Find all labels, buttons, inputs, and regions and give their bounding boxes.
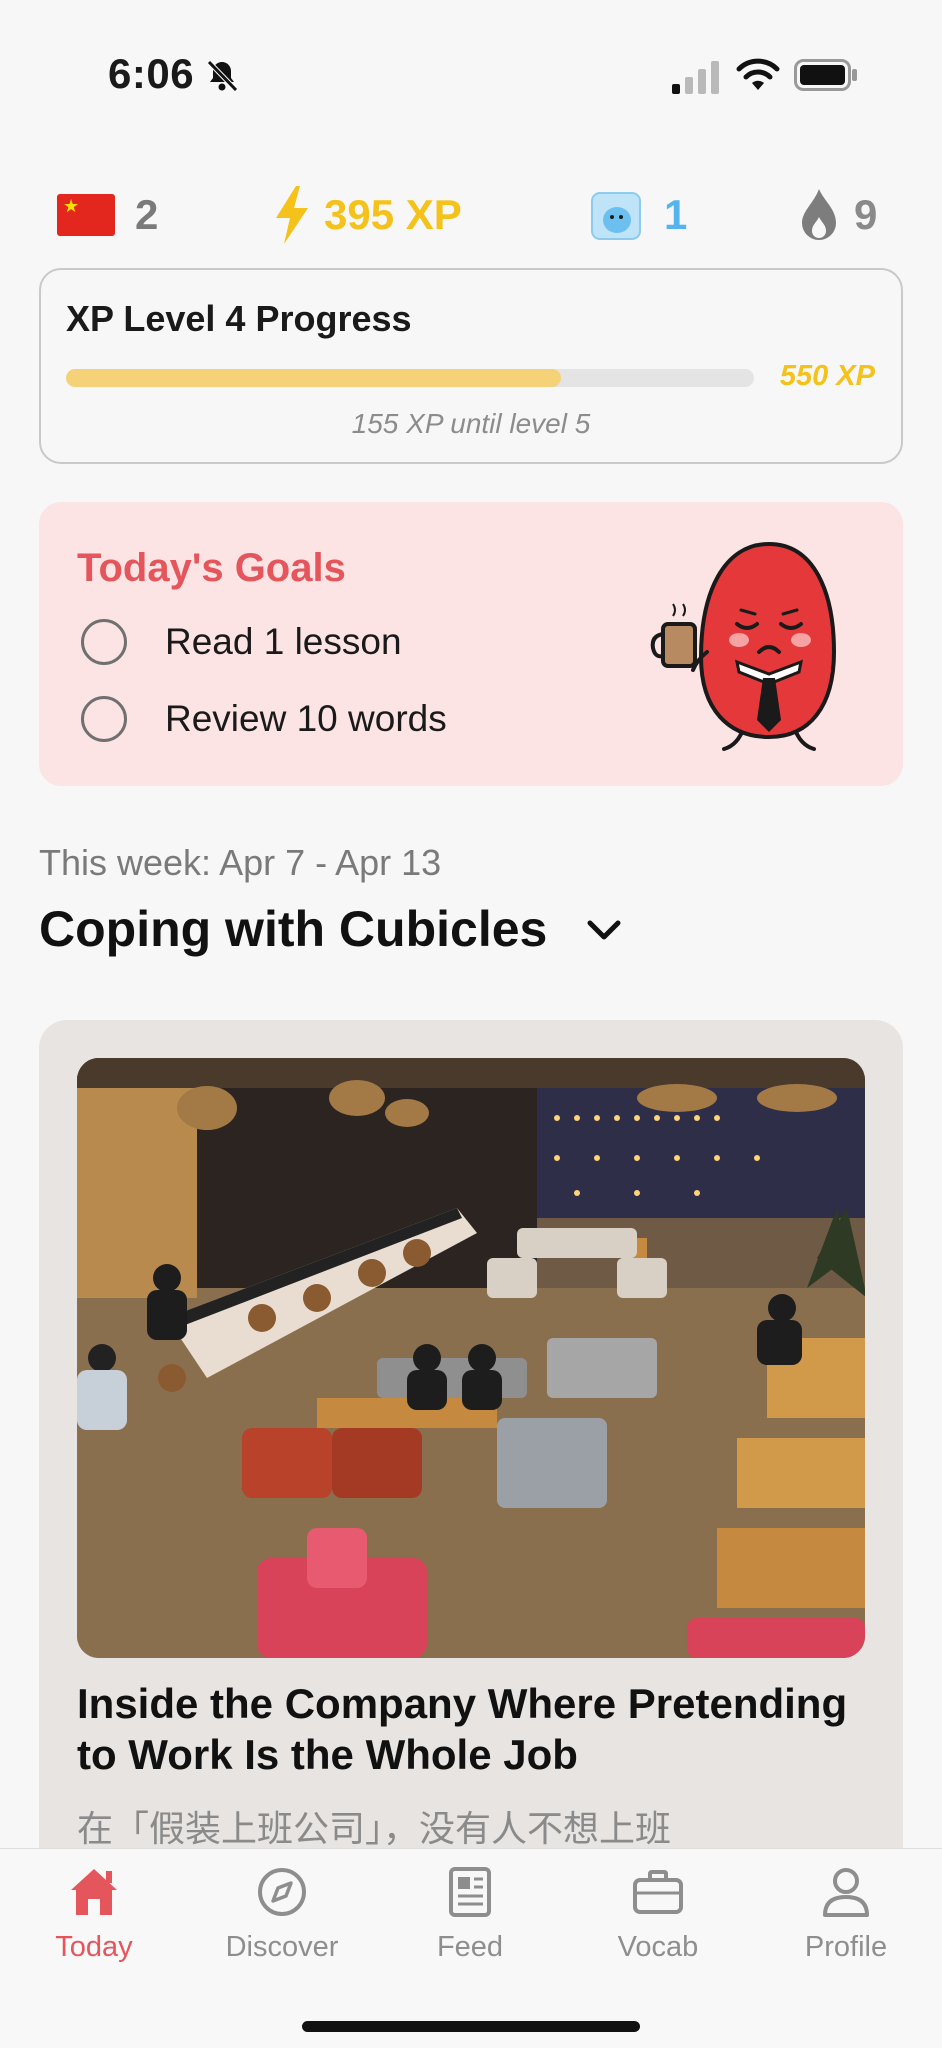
status-time: 6:06 bbox=[108, 50, 195, 97]
xp-stat[interactable]: 395 XP bbox=[274, 180, 462, 250]
flame-icon bbox=[802, 189, 836, 240]
cafe-interior-illustration bbox=[77, 1058, 865, 1658]
home-icon bbox=[71, 1869, 117, 1915]
status-bar: 6:06 bbox=[0, 0, 942, 150]
article-subtitle: 在「假装上班公司」，没有人不想上班 bbox=[77, 1809, 672, 1850]
article-image bbox=[77, 1058, 865, 1658]
home-indicator bbox=[302, 2021, 640, 2032]
tab-feed[interactable]: Feed bbox=[376, 1863, 564, 1983]
xp-total: 395 XP bbox=[324, 191, 462, 238]
xp-goal-label: 550 XP bbox=[779, 360, 875, 392]
tab-profile[interactable]: Profile bbox=[752, 1863, 940, 1983]
goal-item[interactable]: Read 1 lesson bbox=[81, 617, 402, 667]
newspaper-icon bbox=[449, 1867, 491, 1917]
week-topic-title[interactable]: Coping with Cubicles bbox=[39, 900, 547, 958]
tab-label: Discover bbox=[225, 1931, 339, 1963]
gem-stat[interactable]: 1 bbox=[588, 180, 687, 250]
tab-label: Today bbox=[55, 1931, 133, 1963]
goal-checkbox[interactable] bbox=[81, 696, 127, 742]
xp-progress-fill bbox=[66, 369, 562, 387]
streak-count: 9 bbox=[854, 191, 878, 238]
article-title: Inside the Company Where Pretending to W… bbox=[77, 1680, 848, 1778]
stats-row: ★ 2 395 XP 1 9 bbox=[0, 180, 942, 250]
compass-icon bbox=[258, 1868, 306, 1916]
tab-label: Feed bbox=[436, 1931, 504, 1963]
cellular-signal-icon bbox=[672, 61, 719, 94]
language-selector[interactable]: ★ 2 bbox=[57, 180, 158, 250]
chevron-down-icon[interactable] bbox=[586, 915, 622, 945]
tab-label: Vocab bbox=[617, 1931, 699, 1963]
goal-label: Review 10 words bbox=[165, 698, 447, 739]
ice-cube-mascot-icon bbox=[591, 192, 641, 240]
xp-progress-title: XP Level 4 Progress bbox=[66, 298, 412, 339]
goal-item[interactable]: Review 10 words bbox=[81, 694, 447, 744]
bell-slash-icon bbox=[207, 60, 238, 92]
week-range: This week: Apr 7 - Apr 13 bbox=[39, 842, 442, 883]
gem-count: 1 bbox=[664, 191, 688, 238]
todays-goals-card: Today's Goals Read 1 lesson Review 10 wo… bbox=[39, 502, 903, 786]
tab-label: Profile bbox=[804, 1931, 888, 1963]
tired-bean-mascot-icon bbox=[650, 541, 837, 751]
lightning-icon bbox=[276, 186, 308, 244]
language-count: 2 bbox=[135, 191, 159, 238]
streak-stat[interactable]: 9 bbox=[798, 180, 877, 250]
person-icon bbox=[823, 1868, 869, 1917]
tab-today[interactable]: Today bbox=[0, 1863, 188, 1983]
xp-progress-bar bbox=[66, 369, 754, 387]
briefcase-icon bbox=[633, 1870, 683, 1914]
article-card[interactable]: Inside the Company Where Pretending to W… bbox=[39, 1020, 903, 1920]
china-flag-icon: ★ bbox=[57, 194, 115, 236]
goal-checkbox[interactable] bbox=[81, 619, 127, 665]
xp-remaining-label: 155 XP until level 5 bbox=[351, 408, 591, 439]
tab-vocab[interactable]: Vocab bbox=[564, 1863, 752, 1983]
xp-progress-card[interactable]: XP Level 4 Progress 550 XP 155 XP until … bbox=[39, 268, 903, 464]
goal-label: Read 1 lesson bbox=[165, 621, 402, 662]
battery-icon bbox=[794, 59, 857, 91]
tab-bar: Today Discover Feed Vocab Profile bbox=[0, 1848, 942, 2048]
wifi-icon bbox=[736, 58, 780, 90]
goals-title: Today's Goals bbox=[77, 546, 346, 590]
tab-discover[interactable]: Discover bbox=[188, 1863, 376, 1983]
